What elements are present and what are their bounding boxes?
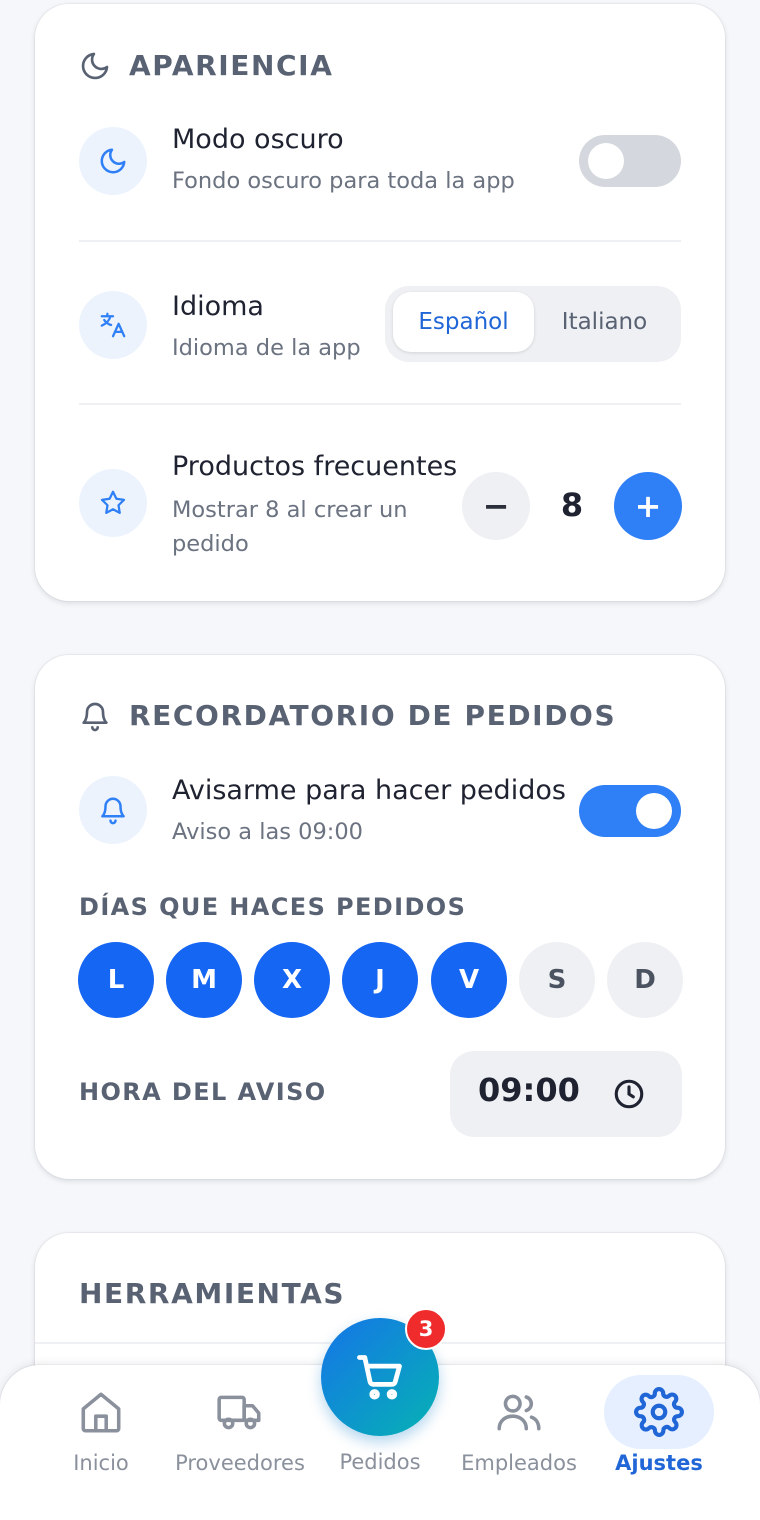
divider bbox=[79, 403, 681, 405]
language-option-italiano[interactable]: Italiano bbox=[534, 292, 675, 352]
nav-item-inicio[interactable]: Inicio bbox=[36, 1387, 166, 1475]
increase-button[interactable]: + bbox=[614, 472, 682, 540]
day-button-m[interactable]: M bbox=[166, 942, 242, 1018]
dark-mode-icon-bg bbox=[79, 127, 147, 195]
dark-mode-subtitle: Fondo oscuro para toda la app bbox=[172, 168, 515, 194]
users-icon bbox=[497, 1394, 541, 1431]
language-selector: Español Italiano bbox=[385, 286, 681, 362]
moon-icon bbox=[100, 148, 126, 174]
day-button-l[interactable]: L bbox=[78, 942, 154, 1018]
nav-label-proveedores: Proveedores bbox=[175, 1451, 305, 1475]
day-button-j[interactable]: J bbox=[342, 942, 418, 1018]
language-subtitle: Idioma de la app bbox=[172, 335, 361, 361]
day-button-v[interactable]: V bbox=[431, 942, 507, 1018]
frequent-products-row: Productos frecuentes Mostrar 8 al crear … bbox=[79, 448, 682, 558]
days-label: DÍAS QUE HACES PEDIDOS bbox=[79, 893, 467, 921]
appearance-title-text: APARIENCIA bbox=[129, 49, 334, 82]
day-button-s[interactable]: S bbox=[519, 942, 595, 1018]
day-button-x[interactable]: X bbox=[254, 942, 330, 1018]
dark-mode-title: Modo oscuro bbox=[172, 124, 344, 155]
notify-subtitle: Aviso a las 09:00 bbox=[172, 819, 363, 845]
reminder-card: RECORDATORIO DE PEDIDOS Avisarme para ha… bbox=[35, 655, 725, 1179]
notify-toggle[interactable] bbox=[579, 785, 681, 837]
cart-icon bbox=[357, 1355, 402, 1400]
notify-title: Avisarme para hacer pedidos bbox=[172, 775, 566, 806]
star-icon bbox=[100, 490, 126, 514]
day-button-d[interactable]: D bbox=[607, 942, 683, 1018]
nav-label-ajustes: Ajustes bbox=[615, 1451, 703, 1475]
tools-section-title: HERRAMIENTAS bbox=[79, 1277, 345, 1310]
frequent-products-subtitle-line1: Mostrar 8 al crear un bbox=[172, 497, 408, 523]
bell-icon bbox=[101, 797, 125, 825]
toggle-knob bbox=[588, 143, 624, 179]
language-title: Idioma bbox=[172, 291, 264, 322]
language-row: Idioma Idioma de la app Español Italiano bbox=[79, 286, 681, 366]
gear-icon bbox=[634, 1387, 684, 1437]
toggle-knob bbox=[636, 793, 672, 829]
appearance-card: APARIENCIA Modo oscuro Fondo oscuro para… bbox=[35, 4, 725, 601]
notify-icon-bg bbox=[79, 776, 147, 844]
moon-icon bbox=[81, 52, 109, 79]
translate-icon bbox=[100, 312, 126, 338]
cart-badge: 3 bbox=[405, 1308, 447, 1350]
language-option-espanol[interactable]: Español bbox=[393, 292, 534, 352]
nav-item-proveedores[interactable]: Proveedores bbox=[175, 1387, 305, 1475]
clock-icon bbox=[614, 1079, 644, 1109]
notify-row[interactable]: Avisarme para hacer pedidos Aviso a las … bbox=[79, 775, 681, 847]
bell-icon bbox=[82, 702, 108, 731]
reminder-section-title: RECORDATORIO DE PEDIDOS bbox=[79, 699, 616, 732]
time-label: HORA DEL AVISO bbox=[79, 1078, 327, 1106]
nav-label-inicio: Inicio bbox=[73, 1451, 129, 1475]
home-icon bbox=[81, 1392, 121, 1433]
time-value: 09:00 bbox=[478, 1071, 580, 1109]
dark-mode-row[interactable]: Modo oscuro Fondo oscuro para toda la ap… bbox=[79, 124, 681, 198]
decrease-button[interactable]: − bbox=[462, 472, 530, 540]
nav-label-empleados: Empleados bbox=[461, 1451, 577, 1475]
frequent-products-title: Productos frecuentes bbox=[172, 451, 458, 482]
nav-label-pedidos[interactable]: Pedidos bbox=[330, 1450, 430, 1474]
nav-item-empleados[interactable]: Empleados bbox=[454, 1387, 584, 1475]
truck-icon bbox=[217, 1395, 261, 1430]
nav-item-ajustes[interactable]: Ajustes bbox=[594, 1387, 724, 1475]
dark-mode-toggle[interactable] bbox=[579, 135, 681, 187]
tools-title-text: HERRAMIENTAS bbox=[79, 1277, 346, 1310]
reminder-title-text: RECORDATORIO DE PEDIDOS bbox=[129, 699, 617, 732]
appearance-section-title: APARIENCIA bbox=[79, 49, 333, 82]
time-picker[interactable]: 09:00 bbox=[450, 1051, 682, 1137]
divider bbox=[79, 240, 681, 242]
language-icon-bg bbox=[79, 291, 147, 359]
frequent-products-value: 8 bbox=[560, 486, 584, 524]
frequent-products-icon-bg bbox=[79, 469, 147, 537]
frequent-products-subtitle-line2: pedido bbox=[172, 531, 249, 557]
